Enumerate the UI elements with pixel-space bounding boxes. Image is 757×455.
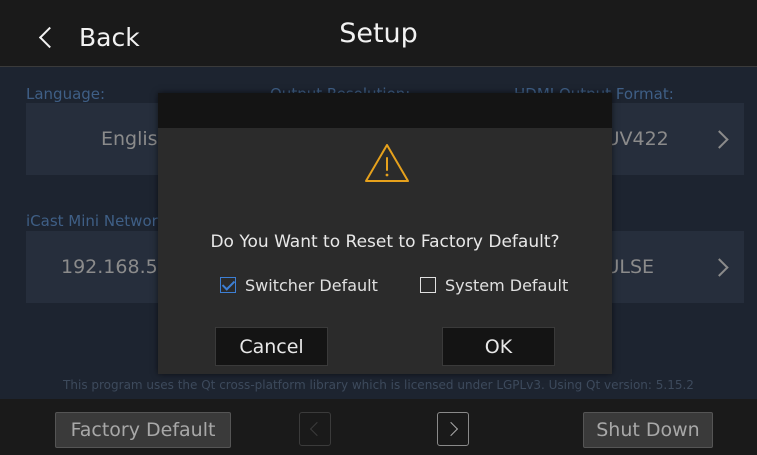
- shut-down-button[interactable]: Shut Down: [583, 412, 713, 448]
- system-default-checkbox[interactable]: System Default: [420, 273, 568, 297]
- warning-icon: [365, 144, 409, 182]
- factory-default-button[interactable]: Factory Default: [55, 412, 231, 448]
- cancel-button[interactable]: Cancel: [215, 327, 328, 366]
- chevron-right-icon: [443, 421, 459, 437]
- header-bar: Back Setup: [0, 0, 757, 67]
- chevron-left-icon: [309, 421, 325, 437]
- factory-reset-dialog: Do You Want to Reset to Factory Default?…: [158, 93, 612, 374]
- prev-page-button[interactable]: [299, 412, 331, 446]
- checkmark-icon: [220, 277, 236, 293]
- dialog-question: Do You Want to Reset to Factory Default?: [210, 232, 560, 252]
- footer-bar: Factory Default Shut Down: [0, 399, 757, 455]
- icast-network-value: 192.168.5: [61, 256, 158, 278]
- icast-network-label: iCast Mini Network:: [26, 212, 172, 230]
- switcher-default-checkbox[interactable]: Switcher Default: [220, 273, 378, 297]
- switcher-default-label: Switcher Default: [245, 275, 378, 295]
- license-text: This program uses the Qt cross-platform …: [63, 378, 694, 392]
- page-title: Setup: [339, 18, 418, 49]
- chevron-right-icon: [710, 129, 729, 149]
- dialog-title-bar: [158, 93, 612, 128]
- ok-button[interactable]: OK: [442, 327, 555, 366]
- language-label: Language:: [26, 85, 106, 103]
- system-default-label: System Default: [445, 275, 569, 295]
- next-page-button[interactable]: [437, 412, 469, 446]
- checkbox-icon: [420, 277, 436, 293]
- chevron-right-icon: [710, 257, 729, 277]
